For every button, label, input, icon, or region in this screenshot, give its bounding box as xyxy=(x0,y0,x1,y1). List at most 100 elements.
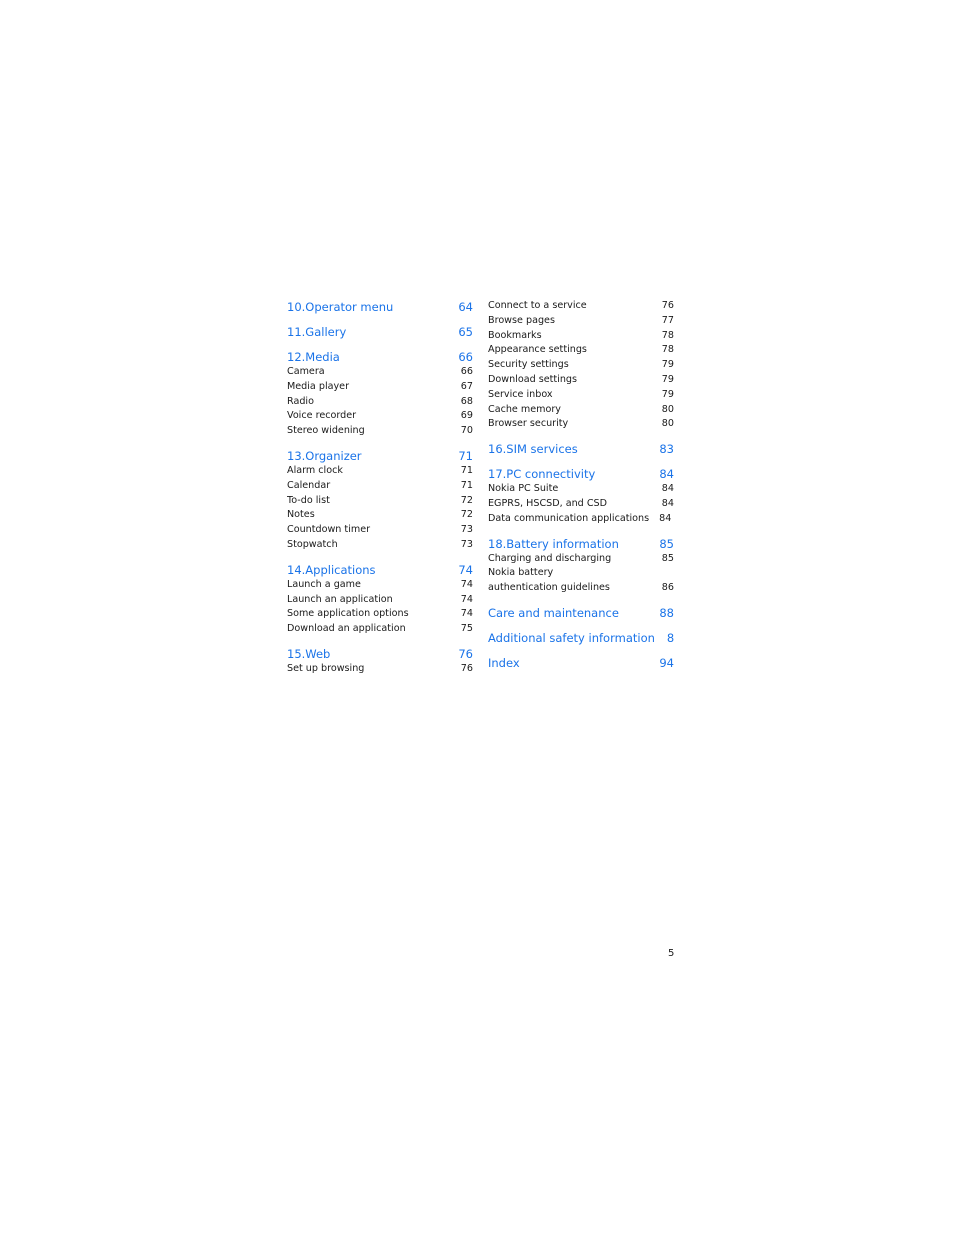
toc-chapter-pc-connectivity[interactable]: 17.PC connectivity 84 xyxy=(488,466,674,482)
toc-entry-title: Countdown timer xyxy=(287,524,371,536)
toc-page-number: 80 xyxy=(661,403,674,415)
toc-page-number: 83 xyxy=(659,442,674,457)
toc-page-number: 65 xyxy=(458,325,473,339)
toc-page-number: 79 xyxy=(661,359,674,371)
toc-section-bookmarks[interactable]: Bookmarks 78 xyxy=(488,329,674,344)
toc-page-number: 78 xyxy=(661,329,674,341)
toc-entry-title: Stopwatch xyxy=(287,538,338,550)
toc-section-stopwatch[interactable]: Stopwatch 73 xyxy=(287,538,473,553)
toc-entry-title: Nokia PC Suite xyxy=(488,483,559,495)
toc-section-notes[interactable]: Notes 72 xyxy=(287,508,473,523)
toc-entry-title: Bookmarks xyxy=(488,329,542,341)
toc-entry-title: Launch a game xyxy=(287,578,361,590)
toc-section-alarm-clock[interactable]: Alarm clock 71 xyxy=(287,464,473,479)
toc-entry-title: 13.Organizer xyxy=(287,448,362,463)
toc-chapter-additional-safety-information[interactable]: Additional safety information 89 xyxy=(488,630,674,646)
toc-section-cache-memory[interactable]: Cache memory 80 xyxy=(488,403,674,418)
toc-page-number: 73 xyxy=(460,538,473,550)
toc-chapter-organizer[interactable]: 13.Organizer 71 xyxy=(287,448,473,464)
toc-section-countdown-timer[interactable]: Countdown timer 73 xyxy=(287,523,473,538)
toc-chapter-battery-information[interactable]: 18.Battery information 85 xyxy=(488,536,674,552)
toc-entry-title: Set up browsing xyxy=(287,662,365,674)
toc-section-connect-to-a-service[interactable]: Connect to a service 76 xyxy=(488,299,674,314)
toc-section-browser-security[interactable]: Browser security 80 xyxy=(488,417,674,432)
toc-entry-title: Launch an application xyxy=(287,593,393,605)
toc-section-some-application-options[interactable]: Some application options 74 xyxy=(287,607,473,622)
toc-page-number: 79 xyxy=(661,388,674,400)
toc-page-number: 77 xyxy=(661,314,674,326)
toc-section-download-settings[interactable]: Download settings 79 xyxy=(488,373,674,388)
toc-entry-title: 12.Media xyxy=(287,350,340,364)
toc-section-radio[interactable]: Radio 68 xyxy=(287,395,473,410)
toc-section-to-do-list[interactable]: To-do list 72 xyxy=(287,494,473,509)
toc-chapter-web[interactable]: 15.Web 76 xyxy=(287,646,473,662)
toc-entry-title: Camera xyxy=(287,366,325,377)
toc-entry-title: authentication guidelines xyxy=(488,582,610,594)
toc-left-column: 10.Operator menu 64 11.Gallery 65 12.Media 66… xyxy=(287,299,473,677)
toc-entry-title: Download an application xyxy=(287,623,406,635)
toc-page-number: 69 xyxy=(460,410,473,422)
toc-section-launch-a-game[interactable]: Launch a game 74 xyxy=(287,578,473,593)
toc-entry-title: 18.Battery information xyxy=(488,536,619,551)
toc-page-number: 76 xyxy=(460,662,473,674)
toc-chapter-index[interactable]: Index 94 xyxy=(488,655,674,671)
toc-page-number: 74 xyxy=(460,578,473,590)
toc-page-number: 84 xyxy=(661,497,674,509)
toc-page-number: 72 xyxy=(460,509,473,521)
toc-page-number: 75 xyxy=(460,623,473,635)
toc-entry-title: 17.PC connectivity xyxy=(488,467,596,482)
toc-chapter-gallery[interactable]: 11.Gallery 65 xyxy=(287,324,473,340)
toc-chapter-applications[interactable]: 14.Applications 74 xyxy=(287,562,473,578)
toc-entry-title: Radio xyxy=(287,395,314,407)
toc-page-number: 74 xyxy=(460,608,473,620)
toc-entry-title: Browser security xyxy=(488,418,569,430)
toc-entry-title: Appearance settings xyxy=(488,344,587,356)
toc-entry-title: Download settings xyxy=(488,373,577,385)
toc-section-set-up-browsing[interactable]: Set up browsing 76 xyxy=(287,662,473,677)
toc-section-security-settings[interactable]: Security settings 79 xyxy=(488,358,674,373)
toc-section-camera[interactable]: Camera 66 xyxy=(287,365,473,380)
toc-section-authentication-guidelines[interactable]: authentication guidelines 86 xyxy=(488,581,674,596)
toc-section-calendar[interactable]: Calendar 71 xyxy=(287,479,473,494)
toc-section-media-player[interactable]: Media player 67 xyxy=(287,380,473,395)
toc-page-number: 76 xyxy=(661,300,674,311)
toc-section-download-an-application[interactable]: Download an application 75 xyxy=(287,622,473,637)
toc-entry-title: Additional safety information xyxy=(488,630,655,645)
toc-entry-title: 15.Web xyxy=(287,646,331,661)
toc-page-number: 71 xyxy=(460,464,473,476)
toc-chapter-sim-services[interactable]: 16.SIM services 83 xyxy=(488,441,674,457)
toc-section-nokia-pc-suite[interactable]: Nokia PC Suite 84 xyxy=(488,482,674,497)
toc-page-number: 66 xyxy=(458,350,473,364)
toc-page-number: 78 xyxy=(661,344,674,356)
toc-right-column: Connect to a service 76 Browse pages 77 Book… xyxy=(488,299,674,671)
toc-page-number: 74 xyxy=(458,562,473,577)
toc-section-stereo-widening[interactable]: Stereo widening 70 xyxy=(287,424,473,439)
toc-page-number: 84 xyxy=(659,467,674,482)
toc-entry-title: 14.Applications xyxy=(287,562,376,577)
toc-section-data-communication-applications[interactable]: Data communication applications 84 xyxy=(488,512,674,527)
toc-chapter-care-and-maintenance[interactable]: Care and maintenance 88 xyxy=(488,605,674,621)
toc-entry-title: Index xyxy=(488,655,520,670)
toc-page-number: 84 xyxy=(659,512,672,524)
toc-section-voice-recorder[interactable]: Voice recorder 69 xyxy=(287,409,473,424)
toc-section-browse-pages[interactable]: Browse pages 77 xyxy=(488,314,674,329)
toc-chapter-operator-menu[interactable]: 10.Operator menu 64 xyxy=(287,299,473,315)
toc-section-egprs-hscsd-and-csd[interactable]: EGPRS, HSCSD, and CSD 84 xyxy=(488,497,674,512)
toc-page-number: 67 xyxy=(460,380,473,392)
toc-section-nokia-battery[interactable]: Nokia battery xyxy=(488,566,674,581)
toc-entry-title: Charging and discharging xyxy=(488,552,612,564)
toc-section-charging-and-discharging[interactable]: Charging and discharging 85 xyxy=(488,552,674,567)
toc-entry-title: To-do list xyxy=(287,494,330,506)
toc-section-service-inbox[interactable]: Service inbox 79 xyxy=(488,388,674,403)
toc-section-launch-an-application[interactable]: Launch an application 74 xyxy=(287,593,473,608)
toc-page-number: 68 xyxy=(460,395,473,407)
toc-entry-title: Notes xyxy=(287,509,315,521)
toc-entry-title: Service inbox xyxy=(488,388,553,400)
toc-page-number: 74 xyxy=(460,593,473,605)
toc-page-number: 66 xyxy=(460,366,473,377)
toc-section-appearance-settings[interactable]: Appearance settings 78 xyxy=(488,343,674,358)
toc-chapter-media[interactable]: 12.Media 66 xyxy=(287,349,473,365)
toc-page-number: 86 xyxy=(661,582,674,594)
toc-page-number: 85 xyxy=(661,552,674,564)
toc-page-number: 70 xyxy=(460,425,473,437)
